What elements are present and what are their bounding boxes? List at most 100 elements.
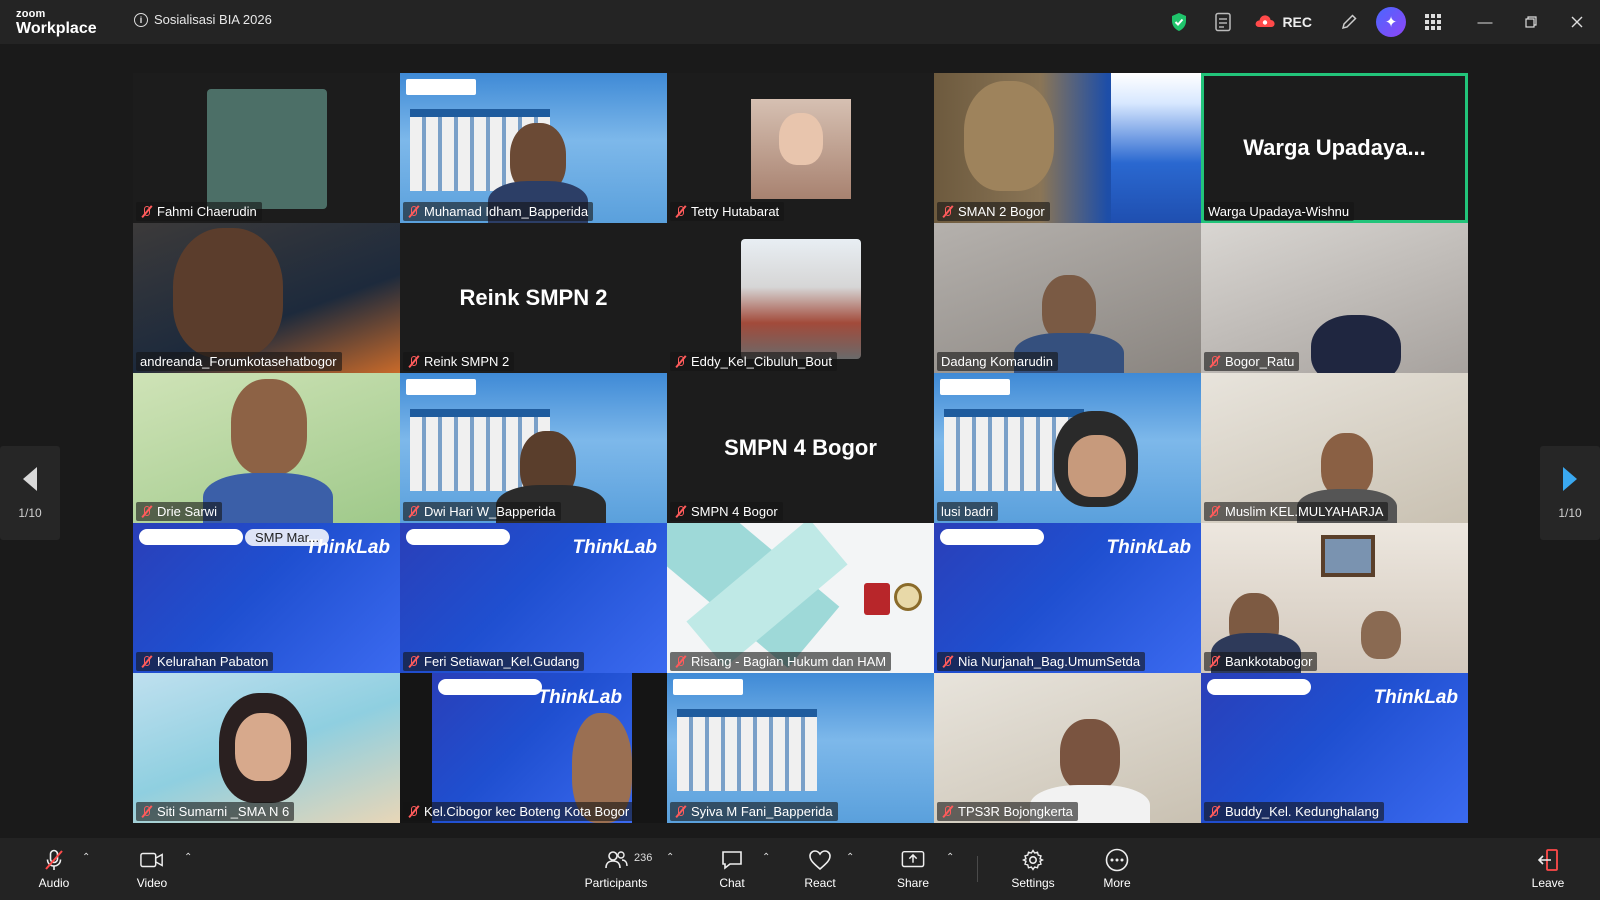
participant-tile[interactable]: SMPN 4 Bogor SMPN 4 Bogor [667,373,934,523]
leave-icon [1536,848,1560,871]
participant-tile[interactable]: Muslim KEL.MULYAHARJA [1201,373,1468,523]
toolbar-divider [977,856,978,882]
participant-tile[interactable]: Tetty Hutabarat [667,73,934,223]
thinklab-logo: ThinkLab [572,537,657,558]
participant-name-tag: SMAN 2 Bogor [937,202,1050,221]
apps-grid-icon[interactable] [1422,11,1444,33]
participant-tile[interactable]: Syiva M Fani_Bapperida [667,673,934,823]
video-options-chevron-icon[interactable]: ⌃ [184,852,192,863]
mic-muted-icon [140,805,153,818]
participant-name: Kel.Cibogor kec Boteng Kota Bogor [424,804,630,819]
leave-button[interactable]: Leave [1528,838,1568,900]
participant-name-tag: Dwi Hari W_Bapperida [403,502,561,521]
participant-body [203,473,333,523]
participant-name: SMAN 2 Bogor [958,204,1045,219]
ai-companion-icon[interactable]: ✦ [1376,7,1406,37]
participant-name-tag: andreanda_Forumkotasehatbogor [136,352,342,371]
profile-photo [741,239,861,359]
participant-name: lusi badri [941,504,994,519]
participant-video [1311,315,1401,373]
participant-tile[interactable]: ThinkLab Buddy_Kel. Kedunghalang [1201,673,1468,823]
video-button[interactable]: Video [132,838,172,900]
participant-tile[interactable]: Risang - Bagian Hukum dan HAM [667,523,934,673]
face [1068,435,1126,497]
participant-tile[interactable]: Dwi Hari W_Bapperida [400,373,667,523]
react-options-chevron-icon[interactable]: ⌃ [846,852,854,863]
restore-icon[interactable] [1508,0,1554,44]
participant-name-tag: SMPN 4 Bogor [670,502,783,521]
participant-tile-speaking[interactable]: Warga Upadaya... Warga Upadaya-Wishnu [1201,73,1468,223]
participant-name: Warga Upadaya-Wishnu [1208,204,1350,219]
prev-page-button[interactable]: 1/10 [0,446,60,540]
participants-button[interactable]: Participants [578,838,654,900]
participant-tile[interactable]: ThinkLab SMP Mar... Kelurahan Pabaton [133,523,400,673]
participant-name-tag: Eddy_Kel_Cibuluh_Bout [670,352,837,371]
info-icon[interactable]: i [134,12,148,27]
mic-muted-icon [674,655,687,668]
video-camera-icon [140,849,164,871]
participant-tile[interactable]: SMAN 2 Bogor [934,73,1201,223]
page-indicator-left: 1/10 [18,506,42,520]
meeting-info[interactable]: i Sosialisasi BIA 2026 [134,12,272,27]
audio-button[interactable]: Audio [34,838,74,900]
building-graphic [677,709,817,791]
audio-options-chevron-icon[interactable]: ⌃ [82,852,90,863]
participant-tile[interactable]: Dadang Komarudin [934,223,1201,373]
avatar [207,89,327,209]
react-button[interactable]: React [800,838,840,900]
pencil-icon[interactable] [1338,11,1360,33]
next-page-button[interactable]: 1/10 [1540,446,1600,540]
minimize-icon[interactable]: — [1462,0,1508,44]
record-status[interactable]: REC [1254,14,1312,31]
chat-label: Chat [719,875,745,890]
participant-tile[interactable]: ThinkLab Nia Nurjanah_Bag.UmumSetda [934,523,1201,673]
share-options-chevron-icon[interactable]: ⌃ [946,852,954,863]
participant-tile[interactable]: Eddy_Kel_Cibuluh_Bout [667,223,934,373]
participant-tile[interactable]: Reink SMPN 2 Reink SMPN 2 [400,223,667,373]
participant-name-tag: Muslim KEL.MULYAHARJA [1204,502,1389,521]
mic-muted-icon [941,655,954,668]
participant-video-2 [1361,611,1401,659]
participant-tile[interactable]: Bogor_Ratu [1201,223,1468,373]
mic-muted-icon [42,849,66,871]
brand-top: zoom [16,8,46,20]
bapperida-logo [406,379,476,395]
participant-tile[interactable]: Siti Sumarni _SMA N 6 [133,673,400,823]
participant-video [231,379,307,475]
participant-tile[interactable]: Muhamad Idham_Bapperida [400,73,667,223]
participant-tile[interactable]: Bankkotabogor [1201,523,1468,673]
participants-options-chevron-icon[interactable]: ⌃ [666,852,674,863]
meeting-title: Sosialisasi BIA 2026 [154,12,272,27]
chat-button[interactable]: Chat [712,838,752,900]
mic-muted-icon [407,505,420,518]
participant-tile[interactable]: Drie Sarwi [133,373,400,523]
chat-options-chevron-icon[interactable]: ⌃ [762,852,770,863]
mic-muted-icon [674,205,687,218]
mic-muted-icon [674,355,687,368]
more-label: More [1103,875,1131,890]
face [779,113,823,165]
more-button[interactable]: More [1097,838,1137,900]
participant-tile[interactable]: andreanda_Forumkotasehatbogor [133,223,400,373]
mic-muted-icon [1208,655,1221,668]
mic-muted-icon [1208,805,1221,818]
participant-name: andreanda_Forumkotasehatbogor [140,354,337,369]
audio-label: Audio [38,875,70,890]
participant-tile[interactable]: ThinkLab Feri Setiawan_Kel.Gudang [400,523,667,673]
face [235,713,291,781]
participant-tile[interactable]: lusi badri [934,373,1201,523]
heart-icon [808,849,832,871]
government-seal-icon [864,583,922,617]
settings-button[interactable]: Settings [1008,838,1058,900]
participant-tile[interactable]: Fahmi Chaerudin [133,73,400,223]
close-icon[interactable] [1554,0,1600,44]
banner-logos [139,529,243,545]
participant-name-tag: Nia Nurjanah_Bag.UmumSetda [937,652,1146,671]
participant-tile[interactable]: TPS3R Bojongkerta [934,673,1201,823]
participant-tile[interactable]: ThinkLab Kel.Cibogor kec Boteng Kota Bog… [400,673,667,823]
notes-icon[interactable] [1212,11,1234,33]
participant-name-tag: lusi badri [937,502,999,521]
more-icon [1105,848,1129,871]
shield-check-icon[interactable] [1168,11,1190,33]
share-button[interactable]: Share [893,838,933,900]
